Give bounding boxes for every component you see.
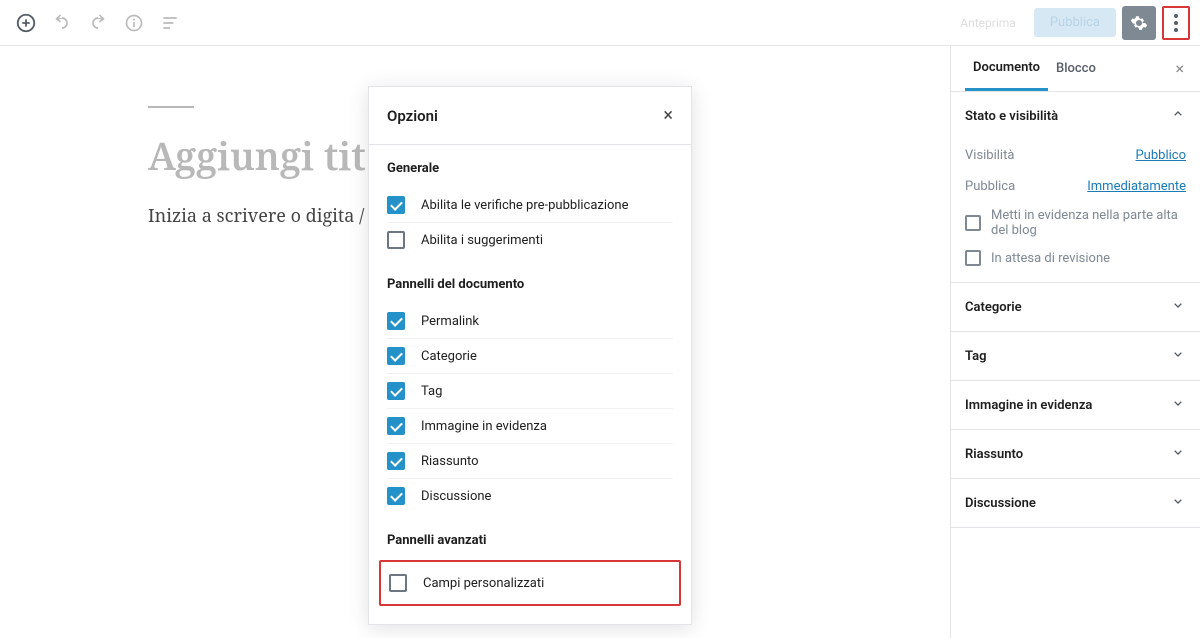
panel-status-header[interactable]: Stato e visibilità <box>951 92 1200 140</box>
option-permalink-checkbox[interactable] <box>387 312 405 330</box>
option-custom-fields-highlight: Campi personalizzati <box>379 560 681 606</box>
pending-review-row: In attesa di revisione <box>965 244 1186 272</box>
visibility-row: Visibilità Pubblico <box>965 140 1186 171</box>
tab-document[interactable]: Documento <box>965 46 1048 91</box>
option-permalink-label: Permalink <box>421 314 479 329</box>
settings-button[interactable] <box>1122 6 1156 40</box>
panel-tags-title: Tag <box>965 349 986 364</box>
pending-review-checkbox[interactable] <box>965 250 981 266</box>
panel-excerpt: Riassunto <box>951 430 1200 479</box>
chevron-down-icon <box>1170 346 1186 366</box>
options-general-section: Generale Abilita le verifiche pre-pubbli… <box>369 145 691 261</box>
option-discussion: Discussione <box>387 479 673 513</box>
option-featured-checkbox[interactable] <box>387 417 405 435</box>
options-document-panels-title: Pannelli del documento <box>387 277 673 292</box>
options-modal-title: Opzioni <box>387 107 438 125</box>
stick-to-top-row: Metti in evidenza nella parte alta del b… <box>965 202 1186 244</box>
options-modal: Opzioni × Generale Abilita le verifiche … <box>368 86 692 625</box>
publish-row: Pubblica Immediatamente <box>965 171 1186 202</box>
panel-excerpt-header[interactable]: Riassunto <box>951 430 1200 478</box>
stick-to-top-checkbox[interactable] <box>965 215 981 231</box>
title-accent-line <box>148 106 194 108</box>
panel-discussion: Discussione <box>951 479 1200 528</box>
chevron-down-icon <box>1170 493 1186 513</box>
sidebar-tabs: Documento Blocco × <box>951 46 1200 92</box>
sidebar-close-button[interactable]: × <box>1169 46 1190 91</box>
option-prepublish-checkbox[interactable] <box>387 196 405 214</box>
publish-label: Pubblica <box>965 179 1015 194</box>
option-custom-fields: Campi personalizzati <box>381 566 679 600</box>
add-block-button[interactable] <box>10 7 42 39</box>
panel-categories-header[interactable]: Categorie <box>951 283 1200 331</box>
toolbar-left <box>10 7 186 39</box>
options-advanced-panels-title: Pannelli avanzati <box>387 533 673 548</box>
panel-tags-header[interactable]: Tag <box>951 332 1200 380</box>
panel-status-title: Stato e visibilità <box>965 109 1058 124</box>
option-tips-checkbox[interactable] <box>387 231 405 249</box>
option-excerpt-label: Riassunto <box>421 454 479 469</box>
option-categories-label: Categorie <box>421 349 477 364</box>
option-featured-label: Immagine in evidenza <box>421 419 547 434</box>
more-menu-button[interactable] <box>1162 6 1190 40</box>
option-tags-checkbox[interactable] <box>387 382 405 400</box>
publish-button[interactable]: Pubblica <box>1034 8 1116 37</box>
chevron-down-icon <box>1170 395 1186 415</box>
pending-review-label: In attesa di revisione <box>991 251 1110 266</box>
visibility-value-link[interactable]: Pubblico <box>1135 148 1186 163</box>
outline-button[interactable] <box>154 7 186 39</box>
panel-featured-image: Immagine in evidenza <box>951 381 1200 430</box>
panel-featured-image-header[interactable]: Immagine in evidenza <box>951 381 1200 429</box>
option-custom-fields-label: Campi personalizzati <box>423 576 544 591</box>
options-general-title: Generale <box>387 161 673 176</box>
panel-excerpt-title: Riassunto <box>965 447 1023 462</box>
option-featured-image: Immagine in evidenza <box>387 409 673 444</box>
panel-categories-title: Categorie <box>965 300 1022 315</box>
settings-sidebar: Documento Blocco × Stato e visibilità Vi… <box>950 46 1200 638</box>
option-excerpt: Riassunto <box>387 444 673 479</box>
option-categories: Categorie <box>387 339 673 374</box>
option-tags-label: Tag <box>421 384 442 399</box>
panel-discussion-header[interactable]: Discussione <box>951 479 1200 527</box>
options-advanced-panels-section: Pannelli avanzati Campi personalizzati <box>369 517 691 624</box>
option-permalink: Permalink <box>387 304 673 339</box>
stick-to-top-label: Metti in evidenza nella parte alta del b… <box>991 208 1186 238</box>
option-tips-label: Abilita i suggerimenti <box>421 233 543 248</box>
panel-categories: Categorie <box>951 283 1200 332</box>
option-discussion-label: Discussione <box>421 489 491 504</box>
options-modal-header: Opzioni × <box>369 87 691 144</box>
tab-block[interactable]: Blocco <box>1048 46 1104 91</box>
option-discussion-checkbox[interactable] <box>387 487 405 505</box>
panel-status-body: Visibilità Pubblico Pubblica Immediatame… <box>951 140 1200 282</box>
option-custom-fields-checkbox[interactable] <box>389 574 407 592</box>
option-tags: Tag <box>387 374 673 409</box>
undo-button[interactable] <box>46 7 78 39</box>
panel-discussion-title: Discussione <box>965 496 1036 511</box>
option-prepublish-checks: Abilita le verifiche pre-pubblicazione <box>387 188 673 223</box>
visibility-label: Visibilità <box>965 148 1014 163</box>
options-modal-close-button[interactable]: × <box>663 105 673 126</box>
option-prepublish-label: Abilita le verifiche pre-pubblicazione <box>421 198 629 213</box>
panel-tags: Tag <box>951 332 1200 381</box>
chevron-down-icon <box>1170 297 1186 317</box>
top-toolbar: Anteprima Pubblica <box>0 0 1200 46</box>
publish-value-link[interactable]: Immediatamente <box>1087 179 1186 194</box>
chevron-up-icon <box>1170 106 1186 126</box>
option-enable-tips: Abilita i suggerimenti <box>387 223 673 257</box>
panel-featured-image-title: Immagine in evidenza <box>965 398 1092 413</box>
toolbar-right: Anteprima Pubblica <box>948 6 1190 40</box>
option-categories-checkbox[interactable] <box>387 347 405 365</box>
option-excerpt-checkbox[interactable] <box>387 452 405 470</box>
main-area: Aggiungi tit Inizia a scrivere o digita … <box>0 46 1200 638</box>
info-button[interactable] <box>118 7 150 39</box>
redo-button[interactable] <box>82 7 114 39</box>
panel-status-visibility: Stato e visibilità Visibilità Pubblico P… <box>951 92 1200 283</box>
preview-button[interactable]: Anteprima <box>948 10 1028 36</box>
chevron-down-icon <box>1170 444 1186 464</box>
options-document-panels-section: Pannelli del documento Permalink Categor… <box>369 261 691 517</box>
